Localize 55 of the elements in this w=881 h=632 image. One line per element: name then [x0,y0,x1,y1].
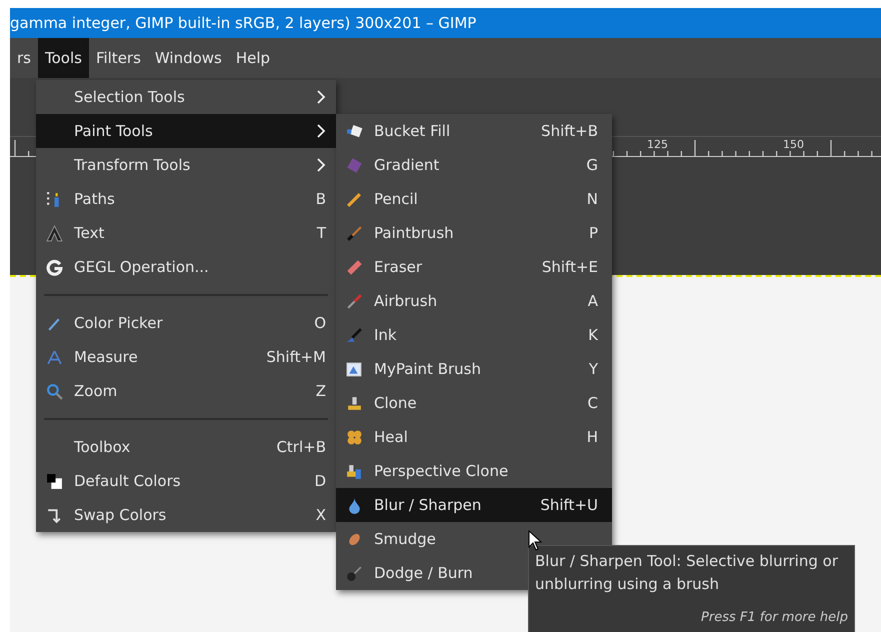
menu-item[interactable]: Paths B [36,182,336,216]
menu-item[interactable]: Color Picker O [36,306,336,340]
drop-icon [346,496,363,514]
menu-item[interactable]: Eraser Shift+E [336,250,612,284]
eraser-icon [346,258,363,276]
menu-item[interactable]: Swap Colors X [36,498,336,532]
menu-bar-item[interactable]: rs [10,38,38,78]
menu-item[interactable]: Text T [36,216,336,250]
brush-icon [346,224,363,242]
menu-bar-item[interactable]: Tools [38,38,89,78]
color-squares-icon [46,472,63,490]
picture-icon [346,360,363,378]
ring-icon [46,258,63,276]
chevron-right-icon [316,157,326,173]
flower-icon [346,428,363,446]
menu-bar-item[interactable]: Filters [88,38,148,78]
menu-item[interactable]: Pencil N [336,182,612,216]
menu-item[interactable]: Paint Tools [36,114,336,148]
chevron-right-icon [316,123,326,139]
window-title: gamma integer, GIMP built-in sRGB, 2 layers) 300x201 – GIMP [10,8,881,38]
menu-item[interactable]: Measure Shift+M [36,340,336,374]
ladle-icon [346,564,363,582]
ruler-label: 125 [647,138,668,151]
swap-arrow-icon [46,506,63,524]
chevron-right-icon [316,89,326,105]
menu-bar-item[interactable]: Windows [148,38,229,78]
menu-item[interactable]: MyPaint Brush Y [336,352,612,386]
menu-item[interactable]: Ink K [336,318,612,352]
triangle-icon [46,224,63,242]
menu-item[interactable]: GEGL Operation... [36,250,336,284]
mouse-cursor-icon [528,530,544,552]
menu-item[interactable]: Clone C [336,386,612,420]
menu-item[interactable]: Gradient G [336,148,612,182]
menu-item[interactable]: Perspective Clone [336,454,612,488]
menu-item[interactable]: Airbrush A [336,284,612,318]
stamp-icon [346,394,363,412]
menu-item[interactable]: Zoom Z [36,374,336,408]
zoom-icon [46,382,63,400]
menu-item[interactable]: Toolbox Ctrl+B [36,430,336,464]
menu-item[interactable]: Heal H [336,420,612,454]
menu-item[interactable]: Bucket Fill Shift+B [336,114,612,148]
tooltip-hint: Press F1 for more help [700,609,848,627]
menu-item[interactable]: Default Colors D [36,464,336,498]
menu-bar-item[interactable]: Help [228,38,278,78]
menu-item[interactable]: Paintbrush P [336,216,612,250]
ruler-label: 150 [783,138,804,151]
menu-item[interactable]: Blur / Sharpen Shift+U [336,488,612,522]
menu-item[interactable]: Transform Tools [36,148,336,182]
airbrush-icon [346,292,363,310]
stamp-icon [346,462,363,480]
pen-icon [346,326,363,344]
menu-item[interactable]: Selection Tools [36,80,336,114]
pencil-icon [346,190,363,208]
bucket-icon [346,122,363,140]
compass-icon [46,348,63,366]
